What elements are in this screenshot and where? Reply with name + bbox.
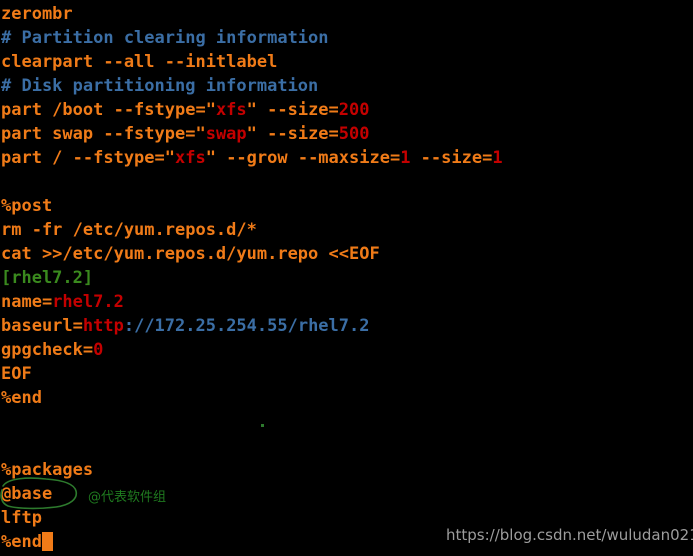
code-token: xfs [175,148,206,168]
code-token: " --size= [246,100,339,120]
code-token: --size= [410,148,493,168]
code-line: %packages [1,458,693,482]
code-line: zerombr [1,2,693,26]
code-token: part swap --fstype=" [1,124,206,144]
code-line: %end [1,386,693,410]
code-token: # Disk partitioning information [1,76,319,96]
code-line: cat >>/etc/yum.repos.d/yum.repo <<EOF [1,242,693,266]
code-token: EOF [1,364,32,384]
code-token: " --size= [246,124,339,144]
code-line: # Disk partitioning information [1,74,693,98]
code-line: part / --fstype="xfs" --grow --maxsize=1… [1,146,693,170]
code-token: lftp [1,508,42,528]
code-token: [rhel7.2] [1,268,94,288]
code-line: # Partition clearing information [1,26,693,50]
code-token: part /boot --fstype=" [1,100,216,120]
code-line: gpgcheck=0 [1,338,693,362]
code-token: rm -fr /etc/yum.repos.d/* [1,220,257,240]
terminal-screen: zerombr # Partition clearing information c… [0,0,693,556]
code-token: zerombr [1,4,73,24]
code-token: swap [205,124,247,144]
code-token: " --grow --maxsize= [205,148,401,168]
code-token: http [82,316,124,336]
code-token: gpgcheck= [1,340,94,360]
code-line: part /boot --fstype="xfs" --size=200 [1,98,693,122]
code-token: cat >>/etc/yum.repos.d/yum.repo <<EOF [1,244,380,264]
csdn-watermark: https://blog.csdn.net/wuludan0217 [446,526,693,544]
code-token: name= [1,292,53,312]
code-line: rm -fr /etc/yum.repos.d/* [1,218,693,242]
code-token: part / --fstype=" [1,148,175,168]
code-token: %post [1,196,53,216]
code-token: %packages [1,460,94,480]
code-line: name=rhel7.2 [1,290,693,314]
code-token: %end [1,388,42,408]
code-token: %end [1,532,42,552]
code-line: baseurl=http://172.25.254.55/rhel7.2 [1,314,693,338]
stray-green-dot-artifact [261,424,264,427]
code-token: 500 [338,124,370,144]
code-token: baseurl= [1,316,83,336]
code-line: part swap --fstype="swap" --size=500 [1,122,693,146]
code-line: %post [1,194,693,218]
code-token: 1 [400,148,411,168]
code-line: EOF [1,362,693,386]
annotation-note-text: @代表软件组 [88,490,167,505]
code-token: # Partition clearing information [1,28,329,48]
code-token: rhel7.2 [52,292,124,312]
code-line: clearpart --all --initlabel [1,50,693,74]
code-token: ://172.25.254.55/rhel7.2 [123,316,370,336]
code-token: 200 [338,100,370,120]
code-token: clearpart --all --initlabel [1,52,278,72]
code-token: @base [1,484,53,504]
text-cursor [41,532,53,551]
code-token: xfs [215,100,247,120]
code-line: [rhel7.2] [1,266,693,290]
kickstart-config-text[interactable]: zerombr # Partition clearing information c… [0,0,693,554]
code-token: 1 [492,148,503,168]
code-token: 0 [93,340,104,360]
